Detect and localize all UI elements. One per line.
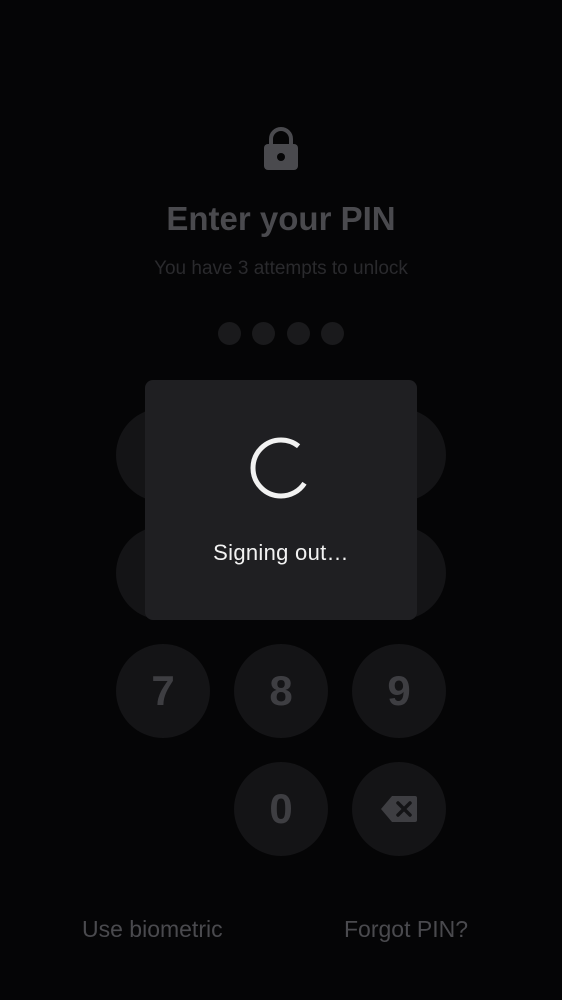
attempts-subtitle: You have 3 attempts to unlock bbox=[154, 258, 408, 279]
key-0[interactable]: 0 bbox=[234, 762, 328, 856]
pin-dot bbox=[218, 322, 241, 345]
key-9[interactable]: 9 bbox=[352, 644, 446, 738]
dialog-message: Signing out… bbox=[213, 540, 349, 565]
use-biometric-link[interactable]: Use biometric bbox=[82, 916, 223, 943]
pin-dot bbox=[252, 322, 275, 345]
signing-out-dialog: Signing out… bbox=[145, 380, 417, 620]
key-7[interactable]: 7 bbox=[116, 644, 210, 738]
key-8[interactable]: 8 bbox=[234, 644, 328, 738]
backspace-icon bbox=[381, 796, 417, 822]
forgot-pin-link[interactable]: Forgot PIN? bbox=[344, 916, 468, 943]
pin-dot bbox=[321, 322, 344, 345]
pin-indicator bbox=[218, 322, 346, 346]
backspace-button[interactable] bbox=[352, 762, 446, 856]
pin-lock-screen: Enter your PIN You have 3 attempts to un… bbox=[0, 0, 562, 1000]
pin-dot bbox=[287, 322, 310, 345]
lock-icon bbox=[264, 127, 298, 170]
spinner-icon bbox=[250, 437, 312, 499]
page-title: Enter your PIN bbox=[166, 200, 396, 237]
